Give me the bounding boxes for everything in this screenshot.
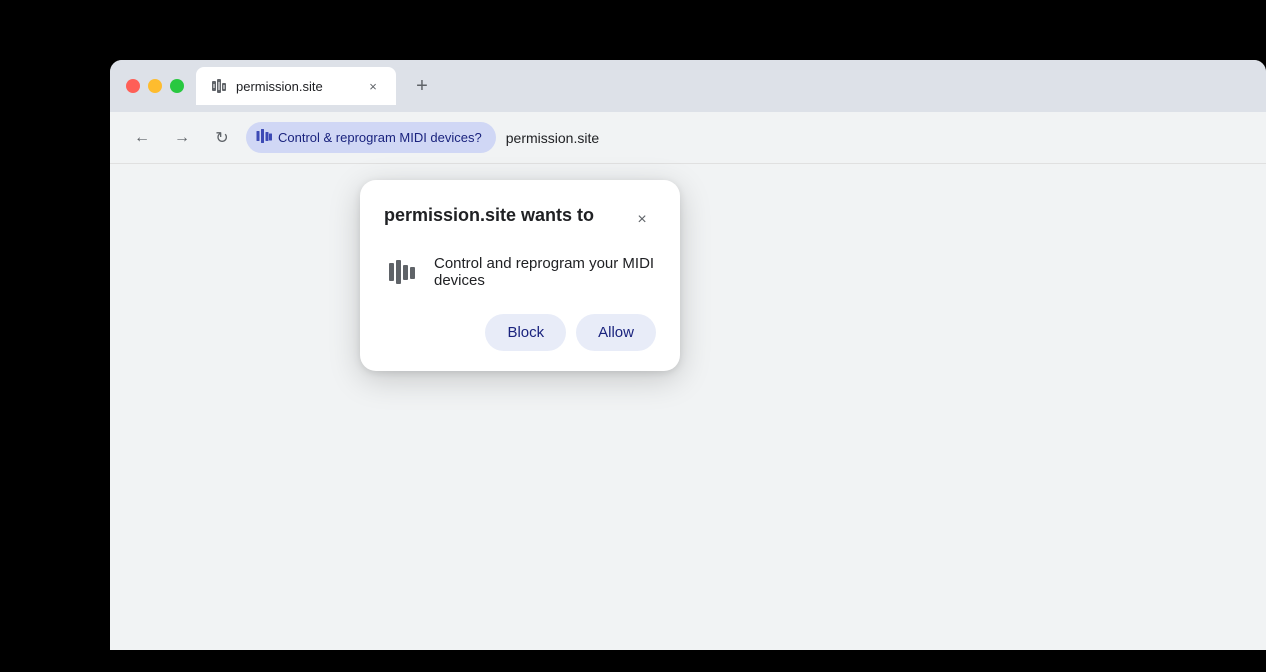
back-button[interactable]: ← <box>126 122 158 154</box>
allow-button[interactable]: Allow <box>576 314 656 351</box>
browser-window: permission.site × + ← → ↻ Control & repr… <box>110 60 1266 650</box>
new-tab-button[interactable]: + <box>408 72 436 100</box>
tab-close-button[interactable]: × <box>364 77 382 95</box>
permission-description: Control and reprogram your MIDI devices <box>434 255 656 289</box>
midi-permission-icon <box>256 128 272 147</box>
tab-title: permission.site <box>236 79 356 94</box>
dialog-close-button[interactable]: × <box>628 206 656 234</box>
maximize-window-button[interactable] <box>170 79 184 93</box>
dialog-header: permission.site wants to × <box>384 204 656 234</box>
address-bar-container: Control & reprogram MIDI devices? permis… <box>246 122 1250 153</box>
title-bar: permission.site × + <box>110 60 1266 112</box>
page-content: permission.site wants to × Control and r… <box>110 164 1266 650</box>
toolbar: ← → ↻ Control & reprogram MIDI devices? … <box>110 112 1266 164</box>
browser-tab[interactable]: permission.site × <box>196 67 396 105</box>
permission-dialog: permission.site wants to × Control and r… <box>360 180 680 371</box>
tab-favicon-icon <box>210 77 228 95</box>
forward-button[interactable]: → <box>166 122 198 154</box>
address-text[interactable]: permission.site <box>506 130 599 146</box>
block-button[interactable]: Block <box>485 314 566 351</box>
dialog-title: permission.site wants to <box>384 204 594 227</box>
permission-pill[interactable]: Control & reprogram MIDI devices? <box>246 122 496 153</box>
close-window-button[interactable] <box>126 79 140 93</box>
dialog-actions: Block Allow <box>384 314 656 351</box>
traffic-lights <box>126 79 184 93</box>
minimize-window-button[interactable] <box>148 79 162 93</box>
reload-button[interactable]: ↻ <box>206 122 238 154</box>
dialog-permission-row: Control and reprogram your MIDI devices <box>384 254 656 290</box>
midi-icon <box>384 254 420 290</box>
permission-pill-text: Control & reprogram MIDI devices? <box>278 130 482 145</box>
